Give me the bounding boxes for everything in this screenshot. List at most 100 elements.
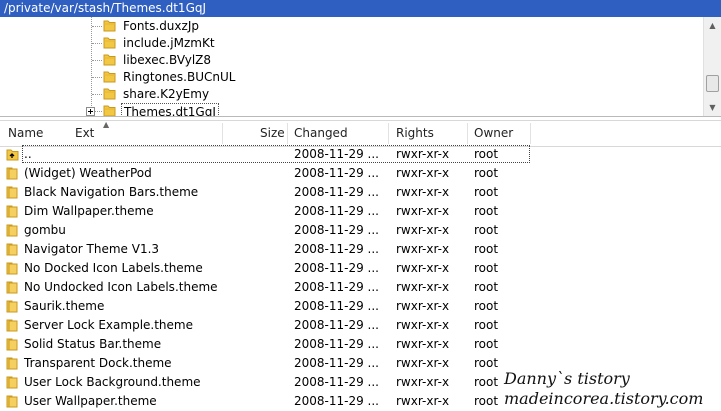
- directory-tree[interactable]: Fonts.duxzJp include.jMzmKt libexec.BVyl…: [0, 17, 721, 117]
- file-rights: rwxr-xr-x: [396, 223, 450, 237]
- file-owner: root: [474, 166, 499, 180]
- folder-icon: [6, 300, 18, 313]
- file-owner: root: [474, 261, 499, 275]
- sort-ascending-icon: ▲: [103, 120, 110, 129]
- scroll-thumb[interactable]: [706, 75, 719, 92]
- folder-icon: [6, 224, 18, 237]
- folder-icon: [6, 395, 18, 408]
- file-rights: rwxr-xr-x: [396, 166, 450, 180]
- file-changed: 2008-11-29 ...: [294, 204, 379, 218]
- file-rights: rwxr-xr-x: [396, 318, 450, 332]
- file-name: No Undocked Icon Labels.theme: [24, 280, 218, 294]
- tree-item[interactable]: share.K2yEmy: [0, 85, 700, 103]
- folder-icon: [6, 186, 18, 199]
- folder-icon: [6, 376, 18, 389]
- folder-icon: [6, 338, 18, 351]
- file-changed: 2008-11-29 ...: [294, 242, 379, 256]
- file-rights: rwxr-xr-x: [396, 204, 450, 218]
- expand-icon[interactable]: [86, 107, 95, 116]
- file-owner: root: [474, 299, 499, 313]
- file-owner: root: [474, 242, 499, 256]
- file-changed: 2008-11-29 ...: [294, 261, 379, 275]
- file-rights: rwxr-xr-x: [396, 356, 450, 370]
- folder-icon: [6, 205, 18, 218]
- file-row[interactable]: Server Lock Example.theme 2008-11-29 ...…: [0, 316, 721, 335]
- folder-icon: [103, 88, 116, 100]
- watermark-line-2: madeincorea.tistory.com: [504, 389, 704, 408]
- file-name: No Docked Icon Labels.theme: [24, 261, 203, 275]
- file-owner: root: [474, 204, 499, 218]
- folder-icon: [6, 243, 18, 256]
- file-name: Transparent Dock.theme: [24, 356, 172, 370]
- file-rights: rwxr-xr-x: [396, 261, 450, 275]
- tree-item-label[interactable]: include.jMzmKt: [121, 35, 217, 51]
- tree-scrollbar[interactable]: ▲ ▼: [703, 17, 721, 116]
- tree-item-label[interactable]: libexec.BVylZ8: [121, 52, 213, 68]
- folder-icon: [6, 167, 18, 180]
- file-owner: root: [474, 147, 499, 161]
- file-rights: rwxr-xr-x: [396, 337, 450, 351]
- file-row[interactable]: (Widget) WeatherPod 2008-11-29 ... rwxr-…: [0, 164, 721, 183]
- tree-item-label[interactable]: Ringtones.BUCnUL: [121, 69, 237, 85]
- file-changed: 2008-11-29 ...: [294, 185, 379, 199]
- file-owner: root: [474, 375, 499, 389]
- file-owner: root: [474, 337, 499, 351]
- tree-item-label[interactable]: Fonts.duxzJp: [121, 18, 201, 34]
- file-rights: rwxr-xr-x: [396, 280, 450, 294]
- folder-icon: [103, 54, 116, 66]
- file-row[interactable]: Black Navigation Bars.theme 2008-11-29 .…: [0, 183, 721, 202]
- file-name: (Widget) WeatherPod: [24, 166, 152, 180]
- column-size[interactable]: Size: [260, 121, 285, 146]
- file-name: Server Lock Example.theme: [24, 318, 193, 332]
- parent-folder-icon: [6, 149, 19, 161]
- watermark-line-1: Danny`s tistory: [504, 369, 630, 388]
- file-changed: 2008-11-29 ...: [294, 166, 379, 180]
- current-path: /private/var/stash/Themes.dt1GqJ: [4, 1, 207, 15]
- file-rights: rwxr-xr-x: [396, 242, 450, 256]
- tree-item-label[interactable]: Themes.dt1GqJ: [121, 103, 219, 116]
- file-owner: root: [474, 280, 499, 294]
- tree-item[interactable]: Ringtones.BUCnUL: [0, 68, 700, 86]
- file-row[interactable]: Saurik.theme 2008-11-29 ... rwxr-xr-x ro…: [0, 297, 721, 316]
- scroll-down-icon[interactable]: ▼: [704, 99, 721, 116]
- tree-item[interactable]: libexec.BVylZ8: [0, 51, 700, 69]
- column-owner[interactable]: Owner: [474, 121, 513, 146]
- file-row[interactable]: gombu 2008-11-29 ... rwxr-xr-x root: [0, 221, 721, 240]
- tree-item[interactable]: Fonts.duxzJp: [0, 17, 700, 35]
- file-name: gombu: [24, 223, 66, 237]
- file-row[interactable]: No Undocked Icon Labels.theme 2008-11-29…: [0, 278, 721, 297]
- file-owner: root: [474, 356, 499, 370]
- file-owner: root: [474, 185, 499, 199]
- folder-icon: [6, 319, 18, 332]
- file-row[interactable]: No Docked Icon Labels.theme 2008-11-29 .…: [0, 259, 721, 278]
- column-name[interactable]: Name: [8, 121, 43, 146]
- file-owner: root: [474, 318, 499, 332]
- column-rights[interactable]: Rights: [396, 121, 434, 146]
- file-row[interactable]: Navigator Theme V1.3 2008-11-29 ... rwxr…: [0, 240, 721, 259]
- file-changed: 2008-11-29 ...: [294, 280, 379, 294]
- tree-item[interactable]: include.jMzmKt: [0, 34, 700, 52]
- file-row-parent[interactable]: .. 2008-11-29 ... rwxr-xr-x root: [0, 145, 721, 164]
- file-rights: rwxr-xr-x: [396, 185, 450, 199]
- file-owner: root: [474, 223, 499, 237]
- file-changed: 2008-11-29 ...: [294, 337, 379, 351]
- scroll-up-icon[interactable]: ▲: [704, 17, 721, 34]
- file-changed: 2008-11-29 ...: [294, 318, 379, 332]
- column-ext[interactable]: Ext: [75, 121, 94, 146]
- tree-item-label[interactable]: share.K2yEmy: [121, 86, 211, 102]
- tree-item-selected[interactable]: Themes.dt1GqJ: [0, 102, 700, 116]
- file-name: Solid Status Bar.theme: [24, 337, 162, 351]
- file-name: Dim Wallpaper.theme: [24, 204, 154, 218]
- file-row[interactable]: Dim Wallpaper.theme 2008-11-29 ... rwxr-…: [0, 202, 721, 221]
- file-name: User Lock Background.theme: [24, 375, 201, 389]
- folder-icon: [6, 262, 18, 275]
- folder-icon: [103, 71, 116, 83]
- file-name: User Wallpaper.theme: [24, 394, 157, 408]
- column-changed[interactable]: Changed: [294, 121, 348, 146]
- file-owner: root: [474, 394, 499, 408]
- file-rights: rwxr-xr-x: [396, 147, 450, 161]
- folder-icon: [6, 281, 18, 294]
- file-changed: 2008-11-29 ...: [294, 299, 379, 313]
- file-row[interactable]: Solid Status Bar.theme 2008-11-29 ... rw…: [0, 335, 721, 354]
- folder-icon: [6, 357, 18, 370]
